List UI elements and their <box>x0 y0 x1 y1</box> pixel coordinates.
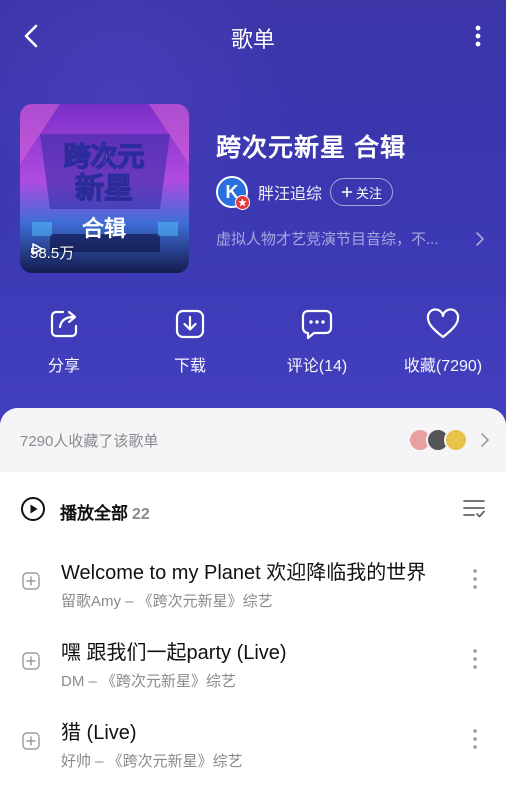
play-all-label: 播放全部 <box>60 504 128 523</box>
heart-icon <box>426 308 460 339</box>
song-artist-album: 留歌Amy – 《跨次元新星》综艺 <box>61 593 273 610</box>
more-vertical-icon[interactable] <box>472 728 478 750</box>
more-options-button[interactable] <box>470 22 486 50</box>
share-label: 分享 <box>47 358 80 375</box>
chevron-right-icon <box>481 433 489 447</box>
download-label: 下载 <box>173 358 206 375</box>
song-title: 嘿 跟我们一起party (Live) <box>61 642 287 664</box>
add-to-playlist-icon[interactable] <box>22 652 40 670</box>
play-count: 58.5万 <box>30 242 74 263</box>
avatar <box>444 428 468 452</box>
plus-icon <box>341 186 353 198</box>
song-title: Welcome to my Planet 欢迎降临我的世界 <box>61 562 427 584</box>
play-all-button[interactable]: 播放全部 22 <box>60 499 150 524</box>
comment-button[interactable]: 评论(14) <box>254 306 380 376</box>
favorites-bar[interactable]: 7290人收藏了该歌单 <box>0 408 506 472</box>
more-vertical-icon <box>475 25 481 47</box>
more-vertical-icon[interactable] <box>472 648 478 670</box>
song-title: 猎 (Live) <box>61 722 137 744</box>
action-bar: 分享 下载 评论(14) 收藏(7290) <box>0 306 506 386</box>
favorites-count-text: 7290人收藏了该歌单 <box>20 433 159 450</box>
song-row[interactable]: 猎 (Live) 好帅 – 《跨次元新星》综艺 <box>0 702 506 782</box>
playlist-cover[interactable]: 跨次元 新星 合辑 58.5万 <box>20 104 189 273</box>
song-artist-album: DM – 《跨次元新星》综艺 <box>61 673 237 690</box>
song-count: 22 <box>132 506 150 523</box>
download-button[interactable]: 下载 <box>127 306 253 376</box>
creator-avatar[interactable]: K <box>216 176 250 210</box>
description-row[interactable]: 虚拟人物才艺竞演节目音综，不... <box>216 228 486 249</box>
comment-label: 评论(14) <box>286 358 348 375</box>
follow-label: 关注 <box>356 185 383 201</box>
creator-name[interactable]: 胖汪追综 <box>258 180 322 204</box>
cover-title-line2: 新星 <box>75 171 133 205</box>
play-icon <box>32 243 43 255</box>
list-manage-icon[interactable] <box>462 496 486 520</box>
play-all-row: 播放全部 22 <box>0 488 506 530</box>
play-all-icon[interactable] <box>20 496 46 522</box>
song-row[interactable]: Welcome to my Planet 欢迎降临我的世界 留歌Amy – 《跨… <box>0 542 506 622</box>
favorite-users-avatars <box>408 428 468 452</box>
playlist-name: 跨次元新星 合辑 <box>216 134 406 162</box>
top-bar: 歌单 <box>0 0 506 72</box>
star-badge-icon <box>235 195 250 210</box>
more-vertical-icon[interactable] <box>472 568 478 590</box>
cover-title-line1: 跨次元 <box>64 142 145 173</box>
add-to-playlist-icon[interactable] <box>22 732 40 750</box>
page-title: 歌单 <box>230 27 275 52</box>
share-button[interactable]: 分享 <box>1 306 127 376</box>
song-artist-album: 好帅 – 《跨次元新星》综艺 <box>61 753 243 770</box>
song-row[interactable]: 嘿 跟我们一起party (Live) DM – 《跨次元新星》综艺 <box>0 622 506 702</box>
favorite-label: 收藏(7290) <box>403 358 483 375</box>
cover-subtitle: 合辑 <box>82 216 126 242</box>
download-icon <box>175 309 205 339</box>
playlist-header-background: 歌单 跨次元 新星 合辑 58.5万 跨次元新星 合辑 K 胖汪追综 关注 虚拟… <box>0 0 506 430</box>
follow-button[interactable]: 关注 <box>330 178 394 206</box>
chevron-right-icon <box>476 231 484 246</box>
playlist-description: 虚拟人物才艺竞演节目音综，不... <box>216 231 439 248</box>
creator-row: K 胖汪追综 关注 <box>216 176 394 210</box>
add-to-playlist-icon[interactable] <box>22 572 40 590</box>
favorite-button[interactable]: 收藏(7290) <box>380 306 506 376</box>
share-icon <box>50 310 78 338</box>
song-list-sheet: 7290人收藏了该歌单 播放全部 22 Welcome to my Planet … <box>0 408 506 790</box>
comment-icon <box>301 309 333 340</box>
